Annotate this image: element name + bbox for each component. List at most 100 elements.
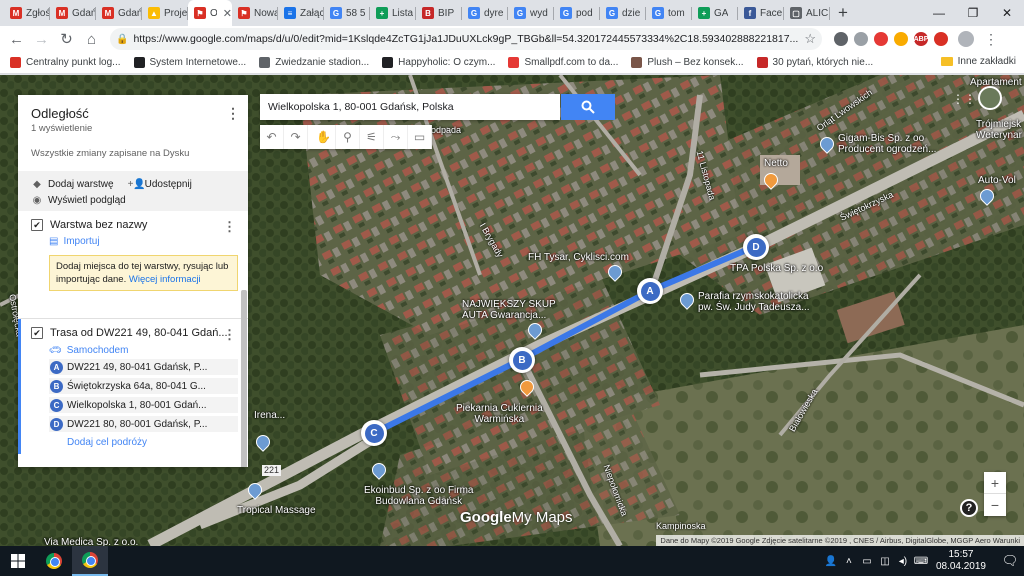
learn-more-link[interactable]: Więcej informacji [129, 274, 201, 285]
poi-label[interactable]: Gigam-Bis Sp. z oo Producent ogrodzeń... [838, 133, 936, 155]
tab[interactable]: f Face [738, 0, 784, 26]
extension-icon[interactable] [934, 32, 948, 46]
poi-label[interactable]: Apartament [970, 77, 1022, 88]
measure-icon[interactable]: ▭ [408, 125, 432, 149]
taskbar-chrome-active[interactable] [72, 546, 108, 576]
share-button[interactable]: +👤 Udostępnij [128, 179, 192, 190]
forward-button[interactable]: → [29, 27, 54, 51]
battery-icon[interactable]: ▭ [858, 556, 876, 567]
close-window-button[interactable]: ✕ [990, 0, 1024, 26]
bookmark-star-icon[interactable]: ☆ [804, 31, 816, 47]
other-bookmarks[interactable]: Inne zakładki [940, 56, 1016, 67]
add-layer-button[interactable]: ◆ Dodaj warstwę [31, 179, 113, 190]
tab[interactable]: Gdyre [462, 0, 508, 26]
layer-checkbox[interactable]: ✔ [31, 219, 43, 231]
people-icon[interactable]: 👤 [822, 556, 840, 567]
tab-active[interactable]: ⚑ Odl ✕ [188, 0, 232, 26]
layer-checkbox[interactable]: ✔ [31, 327, 43, 339]
map-attribution[interactable]: Dane do Mapy ©2019 Google Zdjęcie sateli… [656, 535, 1024, 546]
poi-label[interactable]: Netto [764, 158, 788, 169]
tab[interactable]: Gwyd [508, 0, 554, 26]
tab[interactable]: ≡ Załącznik [278, 0, 324, 26]
bookmark-item[interactable]: System Internetowe... [133, 57, 246, 68]
home-button[interactable]: ⌂ [79, 27, 104, 51]
bookmark-item[interactable]: Smallpdf.com to da... [508, 57, 618, 68]
zoom-out-button[interactable]: − [984, 494, 1006, 516]
tab[interactable]: Gpod [554, 0, 600, 26]
layer-options-icon[interactable]: ⋮ [223, 219, 236, 235]
taskbar-chrome[interactable] [36, 546, 72, 576]
back-button[interactable]: ← [4, 27, 29, 51]
tab[interactable]: M Gdańsk [96, 0, 142, 26]
bookmark-item[interactable]: Centralny punkt log... [10, 57, 121, 68]
route-stop[interactable]: A DW221 49, 80-041 Gdańsk, P... [49, 359, 238, 375]
new-tab-button[interactable]: + [830, 0, 856, 26]
reload-button[interactable]: ↻ [54, 27, 79, 51]
minimize-button[interactable]: — [922, 0, 956, 26]
network-icon[interactable]: ◫ [876, 556, 894, 567]
route-stop[interactable]: B Świętokrzyska 64a, 80-041 G... [49, 378, 238, 394]
extension-icon[interactable] [834, 32, 848, 46]
map-search-input[interactable]: Wielkopolska 1, 80-001 Gdańsk, Polska [260, 94, 560, 120]
route-marker-c[interactable]: C [361, 420, 387, 446]
start-button[interactable] [0, 546, 36, 576]
route-marker-b[interactable]: B [509, 347, 535, 373]
account-avatar[interactable] [978, 86, 1002, 110]
notifications-icon[interactable]: 🗨︎ [996, 553, 1024, 569]
undo-icon[interactable]: ↶ [260, 125, 284, 149]
poi-label[interactable]: Piekarnia Cukiernia Warmińska [456, 403, 543, 425]
route-marker-a[interactable]: A [637, 278, 663, 304]
redo-icon[interactable]: ↷ [284, 125, 308, 149]
address-bar[interactable]: 🔒 https://www.google.com/maps/d/u/0/edit… [110, 28, 822, 50]
zoom-in-button[interactable]: + [984, 472, 1006, 494]
poi-label[interactable]: Trójmiejsk Weterynar [976, 119, 1022, 141]
adblock-icon[interactable]: ABP [914, 32, 928, 46]
tab[interactable]: ▲ Projekt [142, 0, 188, 26]
keyboard-icon[interactable]: ⌨ [912, 556, 930, 567]
restore-button[interactable]: ❐ [956, 0, 990, 26]
draw-line-icon[interactable]: ⚟ [360, 125, 384, 149]
panel-scrollbar[interactable] [241, 290, 247, 467]
add-marker-icon[interactable]: ⚲ [336, 125, 360, 149]
tab[interactable]: B BIP [416, 0, 462, 26]
add-destination-link[interactable]: Dodaj cel podróży [67, 437, 238, 448]
poi-label[interactable]: Ekoinbud Sp. z oo Firma Budowlana Gdańsk [364, 485, 474, 507]
chevron-up-icon[interactable]: ˄ [840, 556, 858, 567]
extension-icon[interactable] [874, 32, 888, 46]
map-options-icon[interactable]: ⋮ [226, 105, 240, 122]
layer-title[interactable]: Warstwa bez nazwy [50, 219, 147, 231]
bookmark-item[interactable]: 30 pytań, których nie... [756, 57, 873, 68]
tab[interactable]: + GA [692, 0, 738, 26]
volume-icon[interactable]: ◂) [894, 556, 912, 567]
tab[interactable]: Gdzie [600, 0, 646, 26]
tab[interactable]: M Gdańsk [50, 0, 96, 26]
map-title[interactable]: Odległość [31, 106, 235, 121]
poi-label[interactable]: Via Medica Sp. z o.o. [44, 537, 138, 546]
poi-label[interactable]: NAJWIĘKSZY SKUP AUTA Gwarancja... [462, 299, 556, 321]
profile-avatar[interactable] [958, 31, 974, 47]
map-search-button[interactable] [561, 94, 615, 120]
tab[interactable]: G 58 5 [324, 0, 370, 26]
map-canvas[interactable]: Świętokrzyska I Brygady 11 Listopada Orl… [0, 75, 1024, 546]
extension-icon[interactable] [894, 32, 908, 46]
tab[interactable]: M Zgłoś [4, 0, 50, 26]
layer-options-icon[interactable]: ⋮ [223, 327, 236, 343]
tab[interactable]: Gtom [646, 0, 692, 26]
layer-title[interactable]: Trasa od DW221 49, 80-041 Gdań... [50, 327, 228, 339]
extension-icon[interactable] [854, 32, 868, 46]
route-marker-d[interactable]: D [743, 234, 769, 260]
poi-label[interactable]: FH Tysar, Cyklisci.com [528, 252, 629, 263]
preview-button[interactable]: ◉ Wyświetl podgląd [31, 195, 126, 206]
poi-label[interactable]: Tropical Massage [237, 505, 316, 516]
route-stop[interactable]: C Wielkopolska 1, 80-001 Gdań... [49, 397, 238, 413]
browser-menu-icon[interactable]: ⋮ [984, 31, 998, 48]
poi-label[interactable]: Auto-Vol [978, 175, 1016, 186]
poi-label[interactable]: Irena... [254, 410, 285, 421]
poi-label[interactable]: Parafia rzymskokatolicka pw. Św. Judy Ta… [698, 291, 810, 313]
help-icon[interactable]: ? [960, 499, 978, 517]
bookmark-item[interactable]: Happyholic: O czym... [382, 57, 495, 68]
import-link[interactable]: ▤ Importuj [49, 236, 238, 247]
url-text[interactable]: https://www.google.com/maps/d/u/0/edit?m… [133, 33, 799, 45]
bookmark-item[interactable]: Zwiedzanie stadion... [259, 57, 369, 68]
tab[interactable]: ▢ ALIC [784, 0, 830, 26]
